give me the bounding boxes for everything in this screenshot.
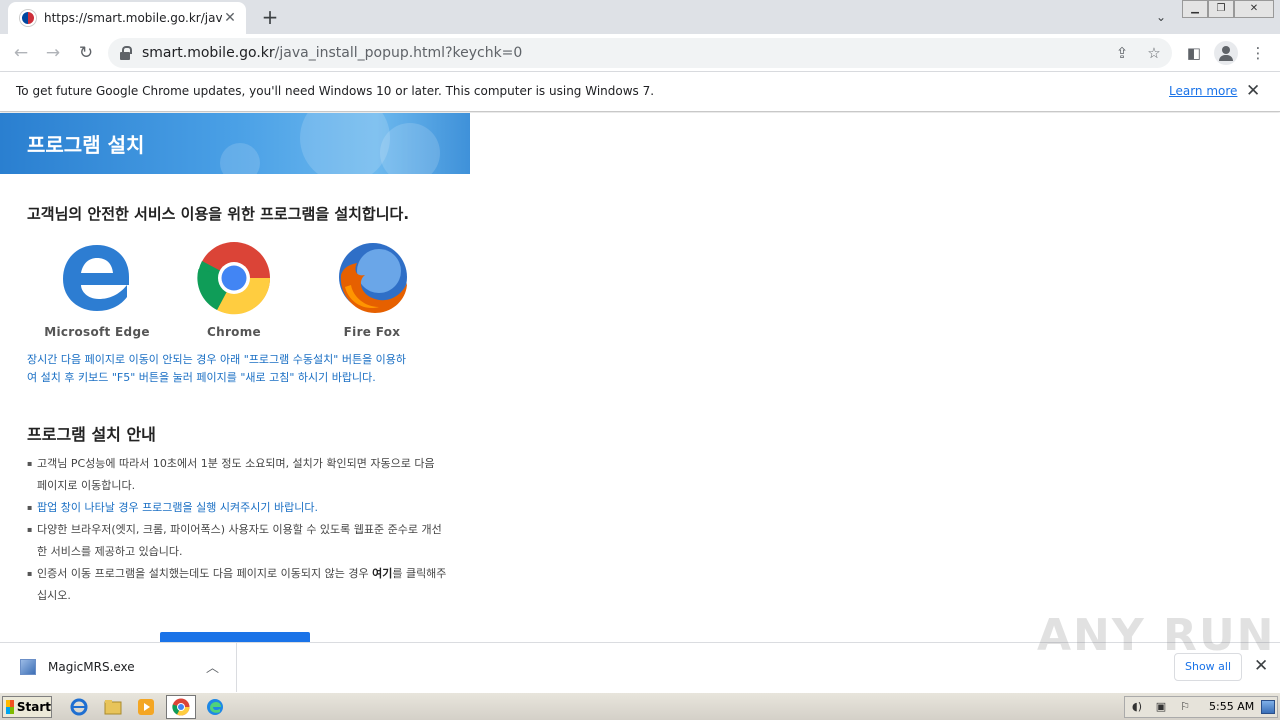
tab-title: https://smart.mobile.go.kr/java_install_… xyxy=(44,11,222,25)
profile-avatar-icon[interactable] xyxy=(1214,41,1238,65)
url-text[interactable]: smart.mobile.go.kr/java_install_popup.ht… xyxy=(142,45,522,61)
tab-strip: https://smart.mobile.go.kr/java_install_… xyxy=(0,0,1280,34)
update-infobar: To get future Google Chrome updates, you… xyxy=(0,72,1280,112)
share-icon[interactable]: ⇪ xyxy=(1112,43,1132,63)
banner-decoration xyxy=(380,123,440,183)
guide-item-text: 인증서 이동 프로그램을 설치했는데도 다음 페이지로 이동되지 않는 경우 xyxy=(37,567,373,580)
browser-label: Chrome xyxy=(207,325,261,339)
manual-install-button[interactable] xyxy=(160,632,310,642)
install-heading: 고객님의 안전한 서비스 이용을 위한 프로그램을 설치합니다. xyxy=(27,205,410,223)
windows-taskbar: Start ◖) ▣ ⚐ 5:55 AM xyxy=(0,692,1280,720)
lock-icon[interactable] xyxy=(120,46,132,60)
show-desktop-icon[interactable] xyxy=(1261,700,1275,714)
notice-line: 여 설치 후 키보드 "F5" 버튼을 눌러 페이지를 "새로 고침" 하시기 … xyxy=(27,371,376,384)
infobar-message: To get future Google Chrome updates, you… xyxy=(16,84,655,98)
clock[interactable]: 5:55 AM xyxy=(1209,700,1254,713)
title-banner: 프로그램 설치 xyxy=(0,113,470,183)
speaker-icon[interactable]: ◖) xyxy=(1129,700,1145,714)
chrome-icon xyxy=(172,698,190,716)
chevron-up-icon[interactable]: ︿ xyxy=(206,657,219,676)
banner-title: 프로그램 설치 xyxy=(27,133,145,157)
side-panel-icon[interactable]: ◧ xyxy=(1184,43,1204,63)
guide-item: 인증서 이동 프로그램을 설치했는데도 다음 페이지로 이동되지 않는 경우 여… xyxy=(27,563,447,607)
internet-explorer-icon[interactable] xyxy=(68,697,90,717)
back-arrow-icon[interactable]: ← xyxy=(8,41,34,67)
exe-file-icon xyxy=(20,659,36,675)
page-content: 프로그램 설치 고객님의 안전한 서비스 이용을 위한 프로그램을 설치합니다.… xyxy=(0,113,1280,642)
new-tab-button[interactable]: + xyxy=(258,6,282,30)
here-link[interactable]: 여기 xyxy=(372,567,392,580)
action-center-flag-icon[interactable]: ⚐ xyxy=(1177,700,1193,714)
anyrun-watermark: ANY RUN xyxy=(1037,610,1276,661)
guide-item: 고객님 PC성능에 따라서 10초에서 1분 정도 소요되며, 설치가 확인되면… xyxy=(27,453,447,497)
browser-chrome[interactable]: Chrome xyxy=(179,241,289,339)
start-label: Start xyxy=(16,700,51,714)
browser-toolbar: ← → ↻ smart.mobile.go.kr/java_install_po… xyxy=(0,34,1280,72)
download-item[interactable]: MagicMRS.exe ︿ xyxy=(0,643,237,693)
manual-install-notice: 장시간 다음 페이지로 이동이 안되는 경우 아래 "프로그램 수동설치" 버튼… xyxy=(27,351,447,387)
restore-window-button[interactable]: ❐ xyxy=(1208,0,1234,18)
forward-arrow-icon[interactable]: → xyxy=(40,41,66,67)
chrome-icon xyxy=(197,242,271,315)
file-explorer-icon[interactable] xyxy=(102,697,124,717)
install-guide-list: 고객님 PC성능에 따라서 10초에서 1분 정도 소요되며, 설치가 확인되면… xyxy=(27,453,447,607)
browser-edge[interactable]: Microsoft Edge xyxy=(42,241,152,339)
url-path: /java_install_popup.html?keychk=0 xyxy=(274,45,523,61)
browser-label: Fire Fox xyxy=(343,325,401,339)
url-host: smart.mobile.go.kr xyxy=(142,45,275,61)
notice-line: 장시간 다음 페이지로 이동이 안되는 경우 아래 "프로그램 수동설치" 버튼… xyxy=(27,353,407,366)
minimize-window-button[interactable]: ▁ xyxy=(1182,0,1208,18)
bookmark-star-icon[interactable]: ☆ xyxy=(1144,43,1164,63)
banner-decoration xyxy=(220,143,260,183)
firefox-icon xyxy=(339,243,407,313)
banner-decoration xyxy=(300,113,390,183)
reload-icon[interactable]: ↻ xyxy=(73,41,99,67)
learn-more-link[interactable]: Learn more xyxy=(1169,84,1237,98)
edge-taskbar-icon[interactable] xyxy=(204,697,226,717)
chrome-taskbar-button[interactable] xyxy=(166,695,196,719)
network-icon[interactable]: ▣ xyxy=(1153,700,1169,714)
close-window-button[interactable]: ✕ xyxy=(1234,0,1274,18)
tab-search-chevron-icon[interactable]: ⌄ xyxy=(1150,6,1172,28)
guide-item: 팝업 창이 나타날 경우 프로그램을 실행 시켜주시기 바랍니다. xyxy=(27,497,447,519)
taegeuk-favicon-icon xyxy=(20,10,36,26)
system-tray: ◖) ▣ ⚐ 5:55 AM xyxy=(1124,696,1278,718)
tab-close-icon[interactable]: ✕ xyxy=(222,10,238,26)
browser-label: Microsoft Edge xyxy=(44,325,150,339)
browser-firefox[interactable]: Fire Fox xyxy=(317,241,427,339)
guide-title: 프로그램 설치 안내 xyxy=(27,425,156,444)
infobar-close-icon[interactable]: ✕ xyxy=(1246,81,1260,101)
windows-flag-icon xyxy=(6,700,14,714)
download-file-name: MagicMRS.exe xyxy=(48,660,135,674)
edge-icon xyxy=(63,245,129,311)
menu-kebab-icon[interactable]: ⋮ xyxy=(1248,43,1268,63)
guide-item: 다양한 브라우저(엣지, 크롬, 파이어폭스) 사용자도 이용할 수 있도록 웹… xyxy=(27,519,447,563)
start-button[interactable]: Start xyxy=(2,696,52,718)
browser-tab[interactable]: https://smart.mobile.go.kr/java_install_… xyxy=(8,2,246,34)
media-player-icon[interactable] xyxy=(135,697,157,717)
address-bar[interactable]: smart.mobile.go.kr/java_install_popup.ht… xyxy=(108,38,1172,68)
